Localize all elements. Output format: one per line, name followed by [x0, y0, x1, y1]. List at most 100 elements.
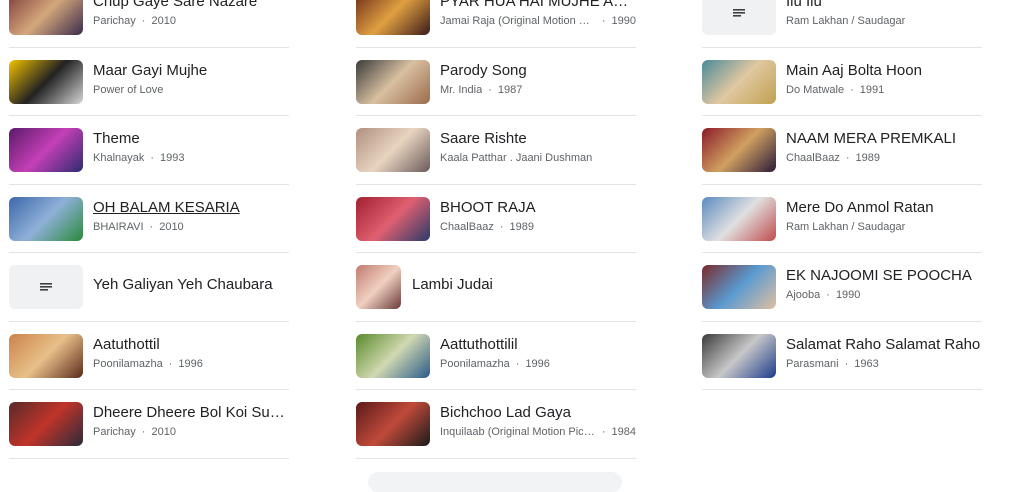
- song-title[interactable]: Ilu Ilu: [786, 0, 982, 12]
- song-thumbnail[interactable]: [356, 196, 430, 241]
- song-row[interactable]: BHOOT RAJA ChaalBaaz1989: [356, 185, 636, 253]
- song-title[interactable]: Theme: [93, 129, 289, 149]
- song-title[interactable]: Mere Do Anmol Ratan: [786, 198, 982, 218]
- release-year: 1989: [494, 219, 534, 235]
- song-thumbnail[interactable]: [356, 333, 430, 378]
- song-row[interactable]: Mere Do Anmol Ratan Ram Lakhan / Saudagar: [702, 185, 982, 253]
- song-thumbnail[interactable]: [702, 196, 776, 241]
- album-name: Khalnayak: [93, 152, 145, 164]
- release-year: 1993: [144, 150, 184, 166]
- song-text: Bichchoo Lad Gaya Inquilaab (Original Mot…: [440, 403, 636, 440]
- song-thumbnail[interactable]: [9, 128, 83, 172]
- release-year: 1990: [596, 13, 636, 29]
- song-title[interactable]: Lambi Judai: [412, 275, 493, 295]
- song-title[interactable]: Salamat Raho Salamat Raho: [786, 335, 982, 355]
- song-title[interactable]: Parody Song: [440, 61, 636, 81]
- song-text: NAAM MERA PREMKALIChaalBaaz1989: [786, 129, 982, 166]
- song-subtitle: Do Matwale1991: [786, 82, 982, 98]
- song-title[interactable]: Chup Gaye Sare Nazare: [93, 0, 289, 12]
- song-text: AatuthottilPoonilamazha1996: [93, 335, 289, 372]
- song-title[interactable]: PYAR HUA HAI MUJHE AU…: [440, 0, 636, 12]
- song-results-grid: Chup Gaye Sare NazareParichay2010Maar Ga…: [0, 0, 1022, 478]
- song-thumbnail[interactable]: [356, 265, 401, 309]
- song-text: Mere Do Anmol Ratan Ram Lakhan / Saudagar: [786, 198, 982, 235]
- song-thumbnail[interactable]: [9, 196, 83, 241]
- song-thumbnail[interactable]: [356, 402, 430, 446]
- song-thumbnail[interactable]: [9, 402, 83, 446]
- album-name: ChaalBaaz: [440, 220, 494, 233]
- song-row[interactable]: Salamat Raho Salamat Raho Parasmani1963: [702, 322, 982, 390]
- row-divider: [356, 457, 636, 459]
- song-thumbnail[interactable]: [702, 265, 776, 309]
- album-name: Jamai Raja (Original Motion Pi…: [440, 15, 596, 27]
- release-year: 1990: [820, 287, 860, 303]
- song-row[interactable]: NAAM MERA PREMKALIChaalBaaz1989: [702, 116, 982, 185]
- song-title[interactable]: OH BALAM KESARIA: [93, 198, 289, 218]
- song-thumbnail[interactable]: [9, 59, 83, 104]
- song-thumbnail[interactable]: [356, 128, 430, 172]
- song-subtitle: Power of Love: [93, 82, 289, 98]
- song-title[interactable]: Yeh Galiyan Yeh Chaubara: [93, 275, 273, 295]
- song-row[interactable]: EK NAJOOMI SE POOCHAAjooba1990: [702, 253, 982, 322]
- song-row[interactable]: Dheere Dheere Bol Koi Sun…Parichay2010: [9, 390, 289, 459]
- song-text: BHOOT RAJA ChaalBaaz1989: [440, 198, 636, 235]
- song-thumbnail[interactable]: [702, 59, 776, 104]
- song-row[interactable]: PYAR HUA HAI MUJHE AU… Jamai Raja (Origin…: [356, 0, 636, 48]
- song-text: Salamat Raho Salamat Raho Parasmani1963: [786, 335, 982, 372]
- song-row[interactable]: AattuthottililPoonilamazha1996: [356, 322, 636, 390]
- release-year: 1963: [839, 356, 878, 372]
- release-year: 1991: [844, 82, 884, 98]
- album-name: Poonilamazha: [93, 357, 163, 370]
- song-thumbnail[interactable]: [356, 0, 430, 35]
- results-column: Chup Gaye Sare NazareParichay2010Maar Ga…: [9, 0, 289, 459]
- song-thumbnail[interactable]: [9, 333, 83, 378]
- song-row[interactable]: Parody SongMr. India1987: [356, 48, 636, 116]
- song-subtitle: Parichay2010: [93, 13, 289, 29]
- song-row[interactable]: Lambi Judai: [356, 253, 636, 322]
- song-text: OH BALAM KESARIABHAIRAVI2010: [93, 198, 289, 235]
- song-row[interactable]: Yeh Galiyan Yeh Chaubara: [9, 253, 289, 322]
- song-row[interactable]: Main Aaj Bolta HoonDo Matwale1991: [702, 48, 982, 116]
- song-title[interactable]: Main Aaj Bolta Hoon: [786, 61, 982, 81]
- song-row[interactable]: Saare Rishte Kaala Patthar . Jaani Dushma…: [356, 116, 636, 185]
- song-subtitle: Mr. India1987: [440, 82, 636, 98]
- song-title[interactable]: Dheere Dheere Bol Koi Sun…: [93, 403, 289, 423]
- release-year: 2010: [136, 13, 175, 29]
- song-thumbnail[interactable]: [702, 333, 776, 378]
- song-row[interactable]: ThemeKhalnayak1993: [9, 116, 289, 185]
- song-row[interactable]: AatuthottilPoonilamazha1996: [9, 322, 289, 390]
- song-row[interactable]: OH BALAM KESARIABHAIRAVI2010: [9, 185, 289, 253]
- song-row[interactable]: Ilu Ilu Ram Lakhan / Saudagar: [702, 0, 982, 48]
- album-name: ChaalBaaz: [786, 152, 840, 164]
- song-row[interactable]: Bichchoo Lad Gaya Inquilaab (Original Mot…: [356, 390, 636, 459]
- album-name: Parasmani: [786, 357, 839, 370]
- song-text: Dheere Dheere Bol Koi Sun…Parichay2010: [93, 403, 289, 440]
- song-row[interactable]: Maar Gayi Mujhe Power of Love: [9, 48, 289, 116]
- song-thumbnail[interactable]: [9, 0, 83, 35]
- song-thumbnail[interactable]: [356, 59, 430, 104]
- song-subtitle: Khalnayak1993: [93, 150, 289, 166]
- song-title[interactable]: Aattuthottilil: [440, 335, 636, 355]
- song-title[interactable]: Maar Gayi Mujhe: [93, 61, 289, 81]
- song-title[interactable]: BHOOT RAJA: [440, 198, 636, 218]
- song-title[interactable]: Saare Rishte: [440, 129, 636, 149]
- song-title[interactable]: Aatuthottil: [93, 335, 289, 355]
- album-name: BHAIRAVI: [93, 220, 144, 233]
- song-text: Parody SongMr. India1987: [440, 61, 636, 98]
- song-row[interactable]: Chup Gaye Sare NazareParichay2010: [9, 0, 289, 48]
- song-text: Saare Rishte Kaala Patthar . Jaani Dushma…: [440, 129, 636, 166]
- song-subtitle: Kaala Patthar . Jaani Dushman: [440, 150, 636, 166]
- song-title[interactable]: NAAM MERA PREMKALI: [786, 129, 982, 149]
- song-subtitle: BHAIRAVI2010: [93, 219, 289, 235]
- song-subtitle: Jamai Raja (Original Motion Pi…1990: [440, 13, 636, 29]
- release-year: 1996: [163, 356, 202, 372]
- song-text: ThemeKhalnayak1993: [93, 129, 289, 166]
- song-title[interactable]: Bichchoo Lad Gaya: [440, 403, 636, 423]
- song-title[interactable]: EK NAJOOMI SE POOCHA: [786, 266, 982, 286]
- show-more-button[interactable]: [368, 472, 622, 492]
- row-divider: [702, 389, 982, 390]
- song-subtitle: Poonilamazha1996: [93, 356, 289, 372]
- results-column: PYAR HUA HAI MUJHE AU… Jamai Raja (Origin…: [356, 0, 636, 459]
- song-subtitle: ChaalBaaz1989: [786, 150, 982, 166]
- song-thumbnail[interactable]: [702, 128, 776, 172]
